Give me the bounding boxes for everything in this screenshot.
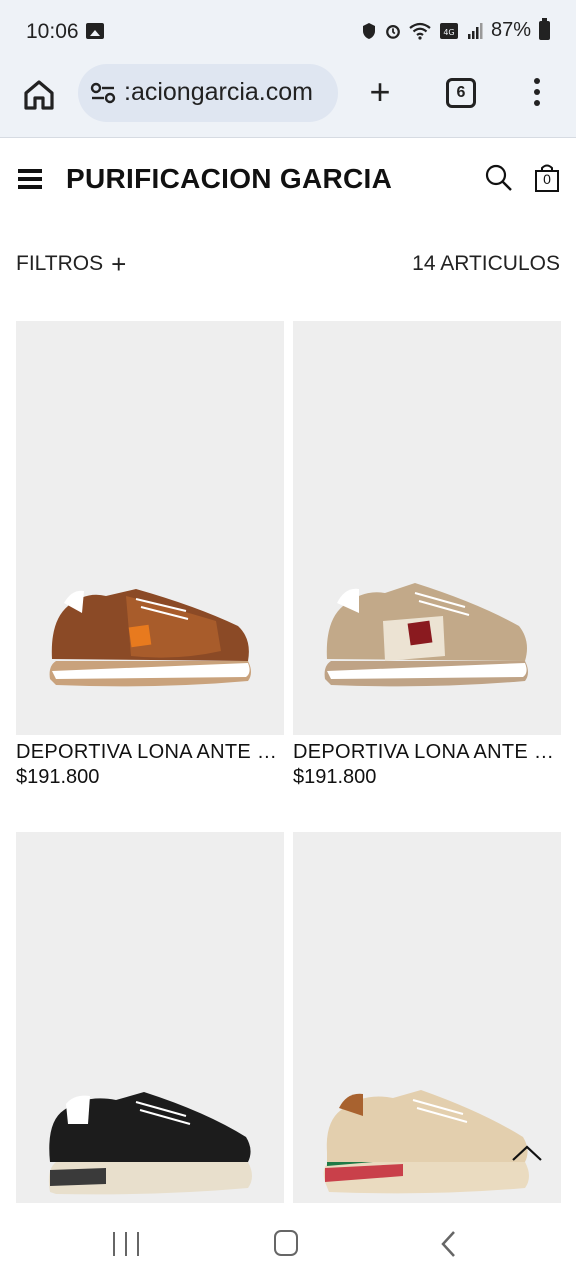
product-price: $191.800	[16, 766, 100, 788]
home-button[interactable]	[274, 1230, 298, 1256]
more-options-button[interactable]	[530, 78, 544, 110]
scroll-to-top-icon[interactable]	[510, 1140, 544, 1164]
volte-icon: 4G	[439, 22, 458, 39]
status-icons: 4G 87%	[361, 18, 550, 42]
results-count: 14 ARTICULOS	[412, 252, 560, 275]
alarm-icon	[386, 24, 400, 39]
back-icon[interactable]	[440, 1230, 456, 1258]
menu-icon[interactable]	[18, 169, 42, 189]
tab-switcher-button[interactable]: 6	[446, 78, 476, 108]
product-title[interactable]: DEPORTIVA LONA ANTE BEIGE	[293, 741, 561, 764]
svg-text:4G: 4G	[443, 28, 454, 37]
site-header: PURIFICACION GARCIA 0	[0, 139, 576, 219]
bag-count: 0	[543, 171, 551, 187]
product-image[interactable]	[16, 832, 284, 1203]
battery-icon	[539, 18, 550, 40]
gallery-notification-icon	[86, 23, 104, 39]
new-tab-button[interactable]: +	[364, 74, 396, 110]
battery-percent: 87%	[490, 19, 531, 41]
filters-label: FILTROS	[16, 252, 104, 275]
home-icon[interactable]	[22, 78, 56, 112]
product-card[interactable]: DEPORTIVA LONA ANTE MARRÓN $191.800	[16, 321, 284, 789]
product-title[interactable]: DEPORTIVA LONA ANTE MARRÓN	[16, 741, 284, 764]
product-card[interactable]: DEPORTIVA LONA ANTE BEIGE $191.800	[293, 321, 561, 789]
search-icon[interactable]	[484, 163, 514, 193]
signal-icon	[467, 22, 483, 39]
filter-row: FILTROS + 14 ARTICULOS	[0, 248, 576, 282]
plus-icon: +	[111, 249, 127, 279]
status-bar: 10:06 4G 87%	[0, 0, 576, 64]
brand-logo[interactable]: PURIFICACION GARCIA	[66, 163, 392, 195]
sneaker-image	[324, 583, 528, 687]
filters-button[interactable]: FILTROS +	[16, 249, 127, 279]
wifi-icon	[409, 22, 431, 40]
product-image[interactable]	[293, 321, 561, 735]
status-time: 10:06	[26, 20, 79, 43]
site-settings-icon[interactable]	[90, 82, 116, 104]
browser-toolbar: :aciongarcia.com + 6	[0, 64, 576, 138]
shield-icon	[362, 22, 375, 39]
recent-apps-button[interactable]	[113, 1232, 139, 1256]
product-image[interactable]	[16, 321, 284, 735]
address-bar[interactable]: :aciongarcia.com	[78, 64, 338, 122]
shopping-bag-button[interactable]: 0	[534, 163, 560, 193]
product-price: $191.800	[293, 766, 377, 788]
url-text: :aciongarcia.com	[124, 78, 313, 106]
system-nav-bar	[0, 1204, 576, 1280]
sneaker-image	[48, 1092, 252, 1195]
product-card[interactable]	[16, 832, 284, 1203]
sneaker-image	[49, 589, 251, 687]
